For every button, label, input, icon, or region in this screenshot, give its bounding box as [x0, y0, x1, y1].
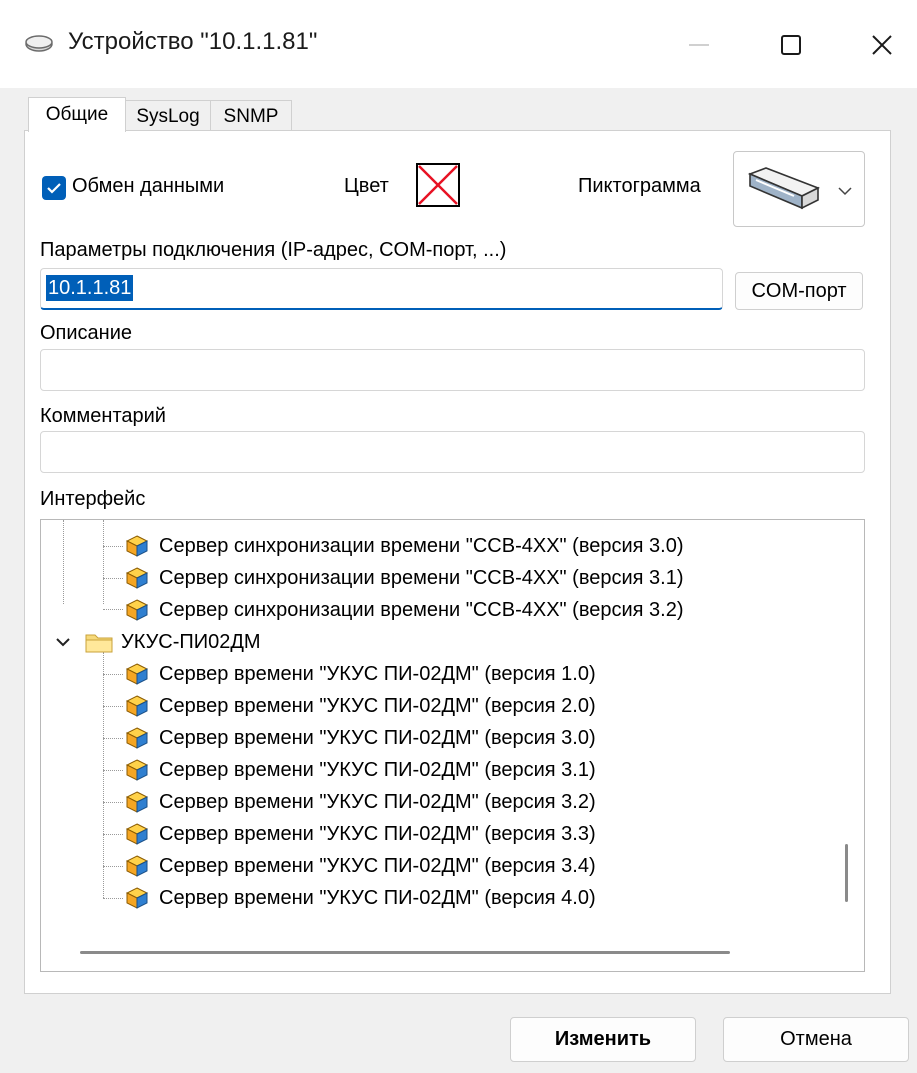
exchange-checkbox[interactable] — [42, 176, 66, 200]
interface-label: Интерфейс — [40, 488, 146, 510]
tree-line — [103, 578, 123, 579]
tree-item[interactable]: Сервер времени "УКУС ПИ-02ДМ" (версия 3.… — [125, 850, 596, 882]
connection-label: Параметры подключения (IP-адрес, COM-пор… — [40, 239, 507, 261]
tree-item-label: Сервер синхронизации времени "ССВ-4ХХ" (… — [159, 534, 684, 557]
maximize-button[interactable] — [756, 20, 826, 70]
tree-line — [103, 609, 123, 610]
tree-item[interactable]: Сервер времени "УКУС ПИ-02ДМ" (версия 3.… — [125, 722, 596, 754]
tree-item-label: Сервер времени "УКУС ПИ-02ДМ" (версия 3.… — [159, 854, 596, 877]
tree-item-label: Сервер синхронизации времени "ССВ-4ХХ" (… — [159, 598, 684, 621]
description-input[interactable] — [40, 349, 865, 391]
tree-line — [63, 520, 64, 604]
server-cube-icon — [125, 855, 149, 877]
tree-item[interactable]: Сервер синхронизации времени "ССВ-4ХХ" (… — [125, 530, 684, 562]
close-icon — [872, 35, 892, 55]
tab-snmp[interactable]: SNMP — [210, 100, 292, 132]
apply-button[interactable]: Изменить — [510, 1017, 696, 1062]
tree-item[interactable]: Сервер времени "УКУС ПИ-02ДМ" (версия 3.… — [125, 786, 596, 818]
tree-item[interactable]: Сервер времени "УКУС ПИ-02ДМ" (версия 4.… — [125, 882, 596, 914]
minimize-icon — [689, 44, 709, 46]
close-button[interactable] — [847, 20, 917, 70]
server-cube-icon — [125, 759, 149, 781]
tree-line — [103, 802, 123, 803]
tree-line — [103, 674, 123, 675]
server-cube-icon — [125, 567, 149, 589]
tab-general[interactable]: Общие — [28, 97, 126, 132]
vertical-scrollbar-thumb[interactable] — [845, 844, 848, 902]
tree-item-label: Сервер времени "УКУС ПИ-02ДМ" (версия 3.… — [159, 822, 596, 845]
folder-icon — [85, 634, 113, 653]
com-port-button[interactable]: COM-порт — [735, 272, 863, 310]
tree-item-label: Сервер времени "УКУС ПИ-02ДМ" (версия 1.… — [159, 662, 596, 685]
tree-item[interactable]: Сервер времени "УКУС ПИ-02ДМ" (версия 2.… — [125, 690, 596, 722]
server-cube-icon — [125, 791, 149, 813]
chevron-down-icon — [56, 638, 70, 647]
tree-item[interactable]: Сервер синхронизации времени "ССВ-4ХХ" (… — [125, 594, 684, 626]
chevron-down-icon — [838, 187, 852, 196]
color-label: Цвет — [344, 175, 389, 197]
tree-item-label: Сервер времени "УКУС ПИ-02ДМ" (версия 2.… — [159, 694, 596, 717]
color-swatch[interactable] — [416, 163, 460, 207]
server-cube-icon — [125, 599, 149, 621]
no-color-cross-icon — [418, 165, 458, 205]
tree-line — [103, 738, 123, 739]
server-cube-icon — [125, 887, 149, 909]
tree-item-label: Сервер времени "УКУС ПИ-02ДМ" (версия 3.… — [159, 726, 596, 749]
tree-item[interactable]: Сервер времени "УКУС ПИ-02ДМ" (версия 3.… — [125, 818, 596, 850]
connection-input[interactable] — [40, 268, 723, 310]
icon-label: Пиктограмма — [578, 175, 701, 197]
tree-item-label: Сервер времени "УКУС ПИ-02ДМ" (версия 3.… — [159, 758, 596, 781]
device-icon — [25, 35, 53, 52]
server-cube-icon — [125, 535, 149, 557]
window-title: Устройство "10.1.1.81" — [68, 28, 318, 55]
tree-item-label: Сервер времени "УКУС ПИ-02ДМ" (версия 4.… — [159, 886, 596, 909]
horizontal-scrollbar-thumb[interactable] — [80, 951, 730, 954]
tree-line — [103, 546, 123, 547]
interface-tree[interactable]: Сервер синхронизации времени "ССВ-4ХХ" (… — [40, 519, 865, 972]
minimize-button[interactable] — [664, 20, 734, 70]
tree-item[interactable]: Сервер синхронизации времени "ССВ-4ХХ" (… — [125, 562, 684, 594]
server-cube-icon — [125, 663, 149, 685]
tree-line — [103, 898, 123, 899]
tree-item[interactable]: Сервер времени "УКУС ПИ-02ДМ" (версия 1.… — [125, 658, 596, 690]
tree-line — [103, 834, 123, 835]
tree-item-label: Сервер синхронизации времени "ССВ-4ХХ" (… — [159, 566, 684, 589]
maximize-icon — [781, 35, 801, 55]
checkmark-icon — [47, 183, 61, 194]
server-cube-icon — [125, 727, 149, 749]
connection-input-value: 10.1.1.81 — [46, 275, 134, 301]
exchange-label: Обмен данными — [72, 175, 225, 197]
comment-input[interactable] — [40, 431, 865, 473]
tree-line — [103, 866, 123, 867]
tree-item-label: Сервер времени "УКУС ПИ-02ДМ" (версия 3.… — [159, 790, 596, 813]
description-label: Описание — [40, 322, 133, 344]
cancel-button[interactable]: Отмена — [723, 1017, 909, 1062]
icon-dropdown[interactable] — [733, 151, 865, 227]
comment-label: Комментарий — [40, 405, 166, 427]
device-box-icon — [747, 167, 820, 210]
tree-folder-label: УКУС-ПИ02ДМ — [121, 630, 261, 653]
tab-syslog[interactable]: SysLog — [124, 100, 212, 132]
tree-line — [103, 706, 123, 707]
tree-line — [103, 652, 104, 898]
tree-line — [103, 520, 104, 604]
server-cube-icon — [125, 823, 149, 845]
server-cube-icon — [125, 695, 149, 717]
tree-line — [103, 770, 123, 771]
tree-folder[interactable]: УКУС-ПИ02ДМ — [55, 626, 261, 658]
tree-item[interactable]: Сервер времени "УКУС ПИ-02ДМ" (версия 3.… — [125, 754, 596, 786]
